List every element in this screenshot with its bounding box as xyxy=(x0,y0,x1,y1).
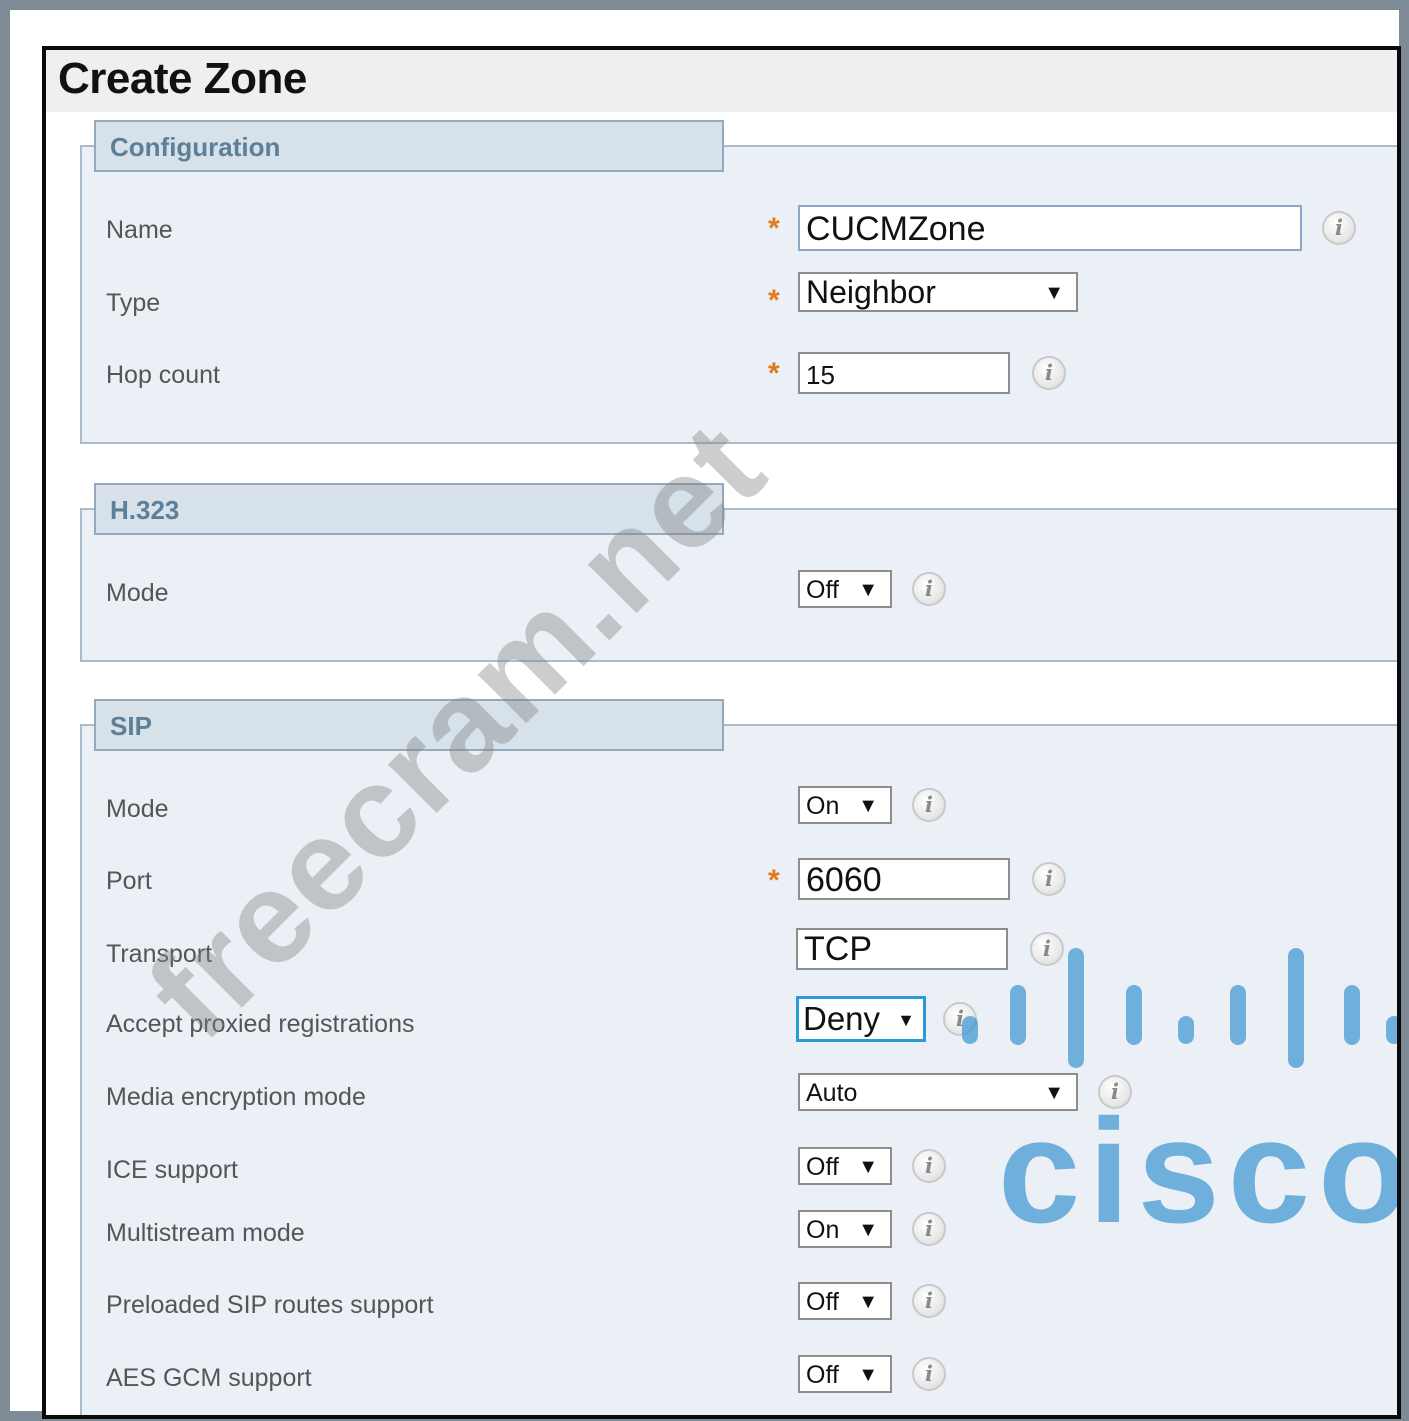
chevron-down-icon: ▼ xyxy=(1044,282,1064,304)
preloaded-routes-value: Off xyxy=(806,1288,839,1316)
chevron-down-icon: ▼ xyxy=(858,1364,878,1386)
h323-mode-info-icon[interactable]: i xyxy=(912,572,946,606)
transport-select[interactable]: TCP xyxy=(796,928,1008,970)
h323-mode-label: Mode xyxy=(106,579,169,607)
transport-info-icon[interactable]: i xyxy=(1030,932,1064,966)
multistream-label: Multistream mode xyxy=(106,1219,305,1247)
type-select-value: Neighbor xyxy=(806,274,936,310)
page-title: Create Zone xyxy=(58,54,307,103)
configuration-section xyxy=(80,145,1397,444)
transport-label: Transport xyxy=(106,940,213,968)
port-input[interactable]: 6060 xyxy=(798,858,1010,900)
cisco-logo-bar xyxy=(1230,985,1246,1045)
h323-legend-line xyxy=(724,508,1397,510)
type-required-star: * xyxy=(768,284,780,317)
cisco-logo-text: cisco xyxy=(998,1089,1401,1254)
media-encryption-label: Media encryption mode xyxy=(106,1083,366,1111)
sip-legend: SIP xyxy=(94,699,724,751)
sip-legend-line xyxy=(724,724,1397,726)
ice-support-value: Off xyxy=(806,1153,839,1181)
configuration-legend: Configuration xyxy=(94,120,724,172)
accept-proxied-select[interactable]: Deny ▼ xyxy=(796,996,926,1042)
title-bar: Create Zone xyxy=(46,50,1397,112)
chevron-down-icon: ▼ xyxy=(897,1010,915,1030)
name-input-value: CUCMZone xyxy=(806,210,986,248)
aes-gcm-label: AES GCM support xyxy=(106,1364,312,1392)
hop-count-info-icon[interactable]: i xyxy=(1032,356,1066,390)
port-required-star: * xyxy=(768,864,780,897)
cisco-logo-bar xyxy=(1386,1016,1397,1044)
sip-mode-info-icon[interactable]: i xyxy=(912,788,946,822)
port-label: Port xyxy=(106,867,152,895)
port-input-value: 6060 xyxy=(806,861,882,899)
h323-legend: H.323 xyxy=(94,483,724,535)
sip-mode-label: Mode xyxy=(106,795,169,823)
accept-proxied-label: Accept proxied registrations xyxy=(106,1010,415,1038)
hop-count-input-value: 15 xyxy=(806,360,835,390)
chevron-down-icon: ▼ xyxy=(858,1156,878,1178)
screenshot-frame: Create Zone Configuration Name * CUCMZon… xyxy=(10,10,1401,1419)
ice-support-select[interactable]: Off ▼ xyxy=(798,1147,892,1185)
type-label: Type xyxy=(106,289,161,317)
h323-legend-text: H.323 xyxy=(110,495,180,525)
cisco-logo-bar xyxy=(1068,948,1084,1068)
aes-gcm-value: Off xyxy=(806,1361,839,1389)
h323-mode-value: Off xyxy=(806,576,839,604)
hop-count-label: Hop count xyxy=(106,361,220,389)
sip-mode-select[interactable]: On ▼ xyxy=(798,786,892,824)
chevron-down-icon: ▼ xyxy=(858,1291,878,1313)
multistream-info-icon[interactable]: i xyxy=(912,1212,946,1246)
port-info-icon[interactable]: i xyxy=(1032,862,1066,896)
configuration-legend-line xyxy=(724,145,1397,147)
media-encryption-value: Auto xyxy=(806,1079,858,1107)
hop-count-input[interactable]: 15 xyxy=(798,352,1010,394)
name-required-star: * xyxy=(768,212,780,245)
name-label: Name xyxy=(106,216,173,244)
cisco-logo-bar xyxy=(1344,985,1360,1045)
preloaded-routes-info-icon[interactable]: i xyxy=(912,1284,946,1318)
accept-proxied-value: Deny xyxy=(803,1000,881,1037)
h323-mode-select[interactable]: Off ▼ xyxy=(798,570,892,608)
configuration-legend-text: Configuration xyxy=(110,132,281,162)
create-zone-panel: Create Zone Configuration Name * CUCMZon… xyxy=(42,46,1401,1419)
name-info-icon[interactable]: i xyxy=(1322,211,1356,245)
cisco-logo-bar xyxy=(1178,1016,1194,1044)
cisco-logo-bar xyxy=(1288,948,1304,1068)
name-input[interactable]: CUCMZone xyxy=(798,205,1302,251)
cisco-logo-bar xyxy=(1126,985,1142,1045)
sip-legend-text: SIP xyxy=(110,711,152,741)
aes-gcm-select[interactable]: Off ▼ xyxy=(798,1355,892,1393)
cisco-logo-bar xyxy=(962,1016,978,1044)
transport-value: TCP xyxy=(804,930,872,968)
chevron-down-icon: ▼ xyxy=(858,795,878,817)
preloaded-routes-select[interactable]: Off ▼ xyxy=(798,1282,892,1320)
chevron-down-icon: ▼ xyxy=(858,1219,878,1241)
multistream-select[interactable]: On ▼ xyxy=(798,1210,892,1248)
sip-mode-value: On xyxy=(806,792,840,820)
hop-count-required-star: * xyxy=(768,357,780,390)
multistream-value: On xyxy=(806,1216,840,1244)
ice-support-info-icon[interactable]: i xyxy=(912,1149,946,1183)
preloaded-routes-label: Preloaded SIP routes support xyxy=(106,1291,434,1319)
cisco-logo-bar xyxy=(1010,985,1026,1045)
type-select[interactable]: Neighbor ▼ xyxy=(798,272,1078,312)
ice-support-label: ICE support xyxy=(106,1156,239,1184)
aes-gcm-info-icon[interactable]: i xyxy=(912,1357,946,1391)
chevron-down-icon: ▼ xyxy=(858,579,878,601)
